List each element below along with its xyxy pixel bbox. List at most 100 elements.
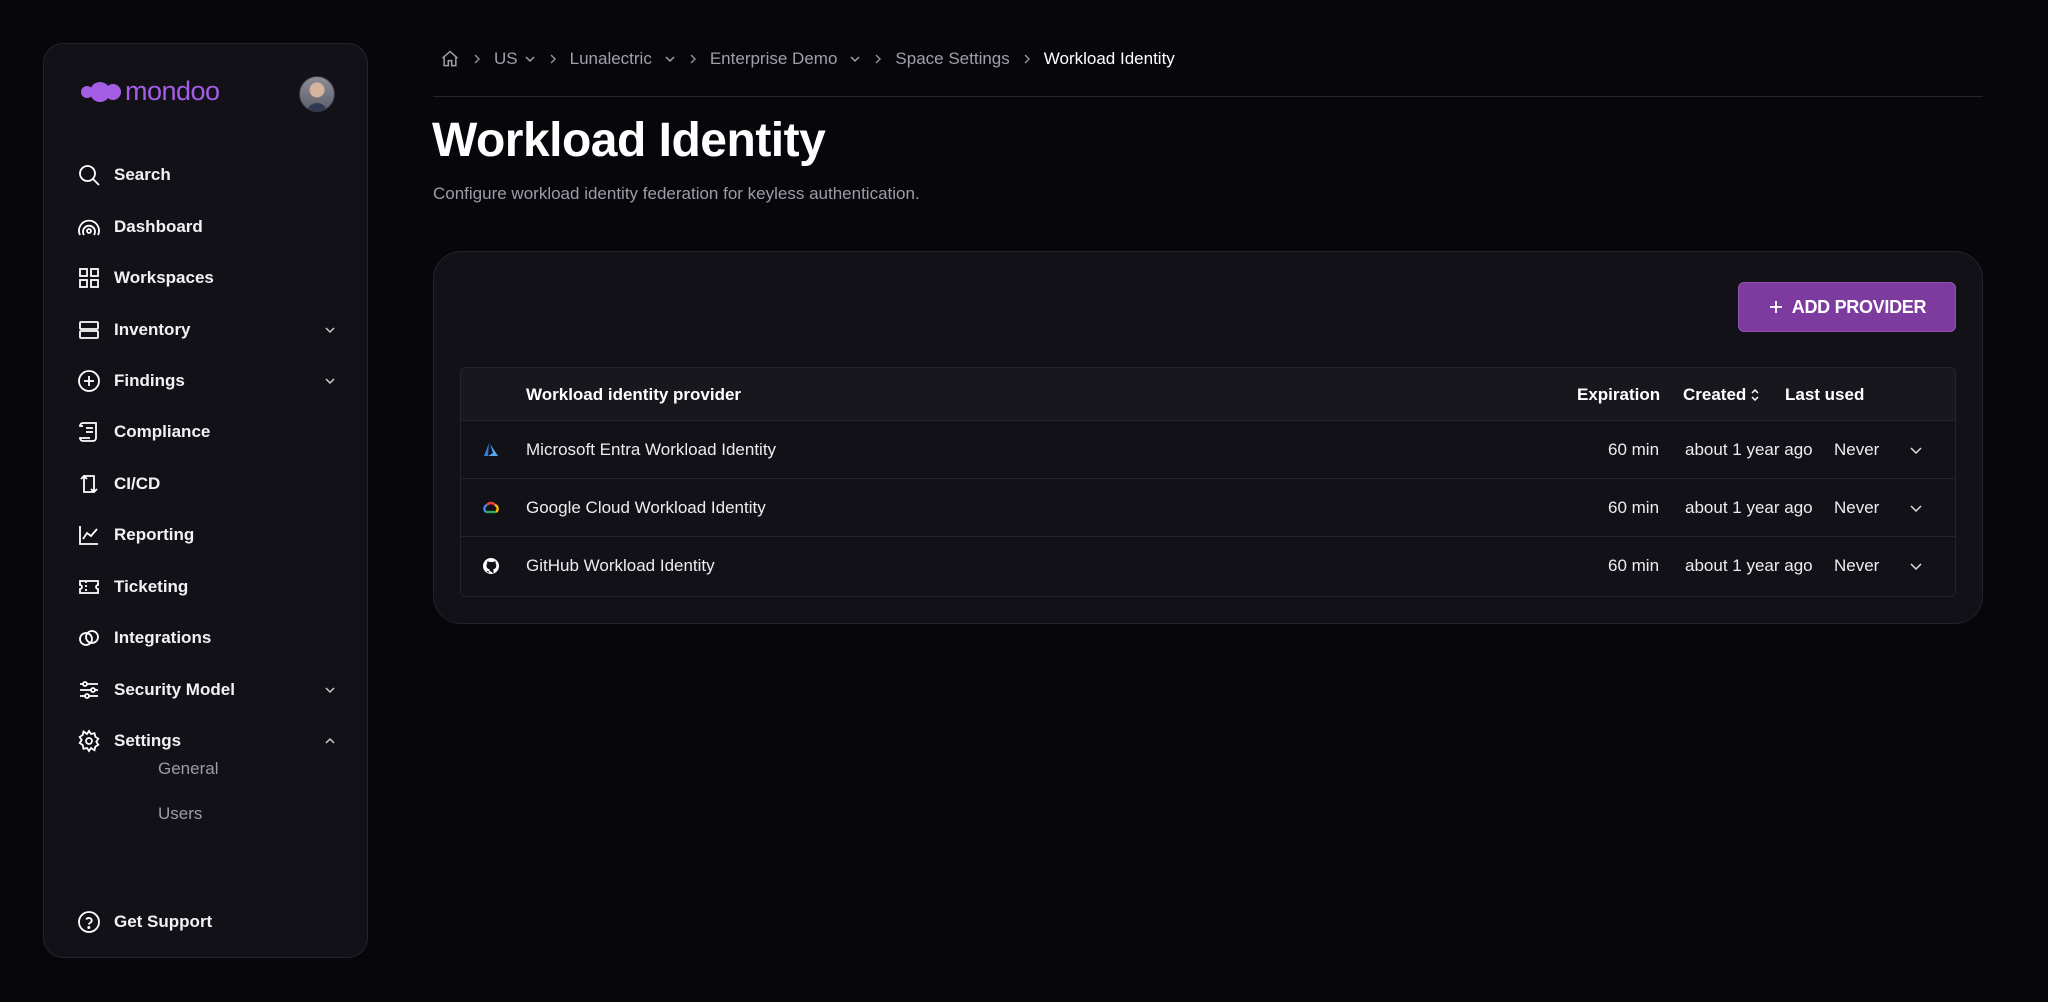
chart-icon: [77, 523, 101, 547]
expiration-value: 60 min: [1608, 498, 1660, 517]
last-used-value: Never: [1834, 556, 1880, 575]
sidebar: mondoo Search Dashboard Workspaces Inven…: [43, 43, 368, 958]
plus-icon: [1768, 299, 1784, 315]
ticket-icon: [77, 575, 101, 599]
sort-icon: [1750, 388, 1760, 402]
sidebar-item-security-model[interactable]: Security Model: [77, 670, 337, 710]
header-divider: [433, 96, 1983, 97]
get-support-label: Get Support: [114, 912, 213, 931]
chevron-down-icon[interactable]: [323, 374, 337, 388]
chevron-down-icon[interactable]: [323, 683, 337, 697]
providers-table: Workload identity provider Expiration Cr…: [460, 367, 1956, 597]
logo-mark-icon: [81, 81, 121, 102]
expand-row-chevron-icon[interactable]: [1909, 537, 1923, 595]
breadcrumb-separator-icon: [548, 53, 558, 65]
sidebar-item-findings[interactable]: Findings: [77, 361, 337, 401]
home-icon: [442, 50, 458, 67]
last-used-value: Never: [1834, 498, 1880, 517]
breadcrumb-separator-icon: [1022, 53, 1032, 65]
sidebar-item-label: Compliance: [114, 422, 211, 441]
table-row[interactable]: Google Cloud Workload Identity 60 min ab…: [461, 479, 1955, 537]
sidebar-item-label: Inventory: [114, 320, 191, 339]
sidebar-item-label: Ticketing: [114, 577, 189, 596]
created-value: about 1 year ago: [1685, 556, 1813, 575]
table-header: Workload identity provider Expiration Cr…: [461, 368, 1955, 421]
breadcrumb-organization[interactable]: Lunalectric: [570, 49, 676, 69]
sidebar-item-label: CI/CD: [114, 474, 161, 493]
sidebar-item-label: Search: [114, 165, 171, 184]
server-icon: [77, 318, 101, 342]
sliders-icon: [77, 678, 101, 702]
cicd-icon: [77, 472, 101, 496]
grid-icon: [77, 266, 101, 290]
provider-name: Microsoft Entra Workload Identity: [526, 440, 777, 459]
breadcrumb-space[interactable]: Enterprise Demo: [710, 49, 862, 69]
column-header-created[interactable]: Created: [1683, 368, 1760, 421]
sidebar-item-label: Integrations: [114, 628, 212, 647]
chevron-down-icon: [849, 53, 861, 65]
sidebar-item-label: Findings: [114, 371, 185, 390]
expand-row-chevron-icon[interactable]: [1909, 479, 1923, 537]
sidebar-item-label: Dashboard: [114, 217, 203, 236]
sidebar-subitem-general[interactable]: General: [158, 759, 218, 779]
gear-icon: [77, 729, 101, 753]
breadcrumb-home[interactable]: [440, 49, 460, 69]
breadcrumb-current: Workload Identity: [1043, 49, 1175, 68]
sidebar-item-cicd[interactable]: CI/CD: [77, 464, 337, 504]
breadcrumb-separator-icon: [873, 53, 883, 65]
sidebar-item-search[interactable]: Search: [77, 155, 337, 195]
chevron-down-icon[interactable]: [323, 323, 337, 337]
sidebar-item-reporting[interactable]: Reporting: [77, 515, 337, 555]
sidebar-item-inventory[interactable]: Inventory: [77, 310, 337, 350]
sidebar-item-label: Security Model: [114, 680, 235, 699]
sidebar-item-dashboard[interactable]: Dashboard: [77, 207, 337, 247]
chevron-up-icon[interactable]: [323, 734, 337, 748]
sidebar-item-ticketing[interactable]: Ticketing: [77, 567, 337, 607]
plus-circle-icon: [77, 369, 101, 393]
last-used-value: Never: [1834, 440, 1880, 459]
page-title: Workload Identity: [432, 114, 826, 167]
sidebar-item-settings[interactable]: Settings: [77, 721, 337, 761]
avatar[interactable]: [299, 76, 335, 112]
scroll-icon: [77, 420, 101, 444]
created-value: about 1 year ago: [1685, 498, 1813, 517]
breadcrumb: US Lunalectric Enterprise Demo Space Set…: [440, 46, 1175, 72]
add-provider-button[interactable]: ADD PROVIDER: [1738, 282, 1956, 332]
expiration-value: 60 min: [1608, 440, 1660, 459]
logo-text: mondoo: [125, 76, 220, 106]
breadcrumb-separator-icon: [472, 53, 482, 65]
expiration-value: 60 min: [1608, 556, 1660, 575]
github-icon: [481, 556, 501, 576]
chevron-down-icon: [664, 53, 676, 65]
mondoo-logo[interactable]: mondoo: [81, 76, 220, 107]
sidebar-item-compliance[interactable]: Compliance: [77, 412, 337, 452]
expand-row-chevron-icon[interactable]: [1909, 421, 1923, 479]
table-row[interactable]: GitHub Workload Identity 60 min about 1 …: [461, 537, 1955, 595]
chevron-down-icon: [524, 53, 536, 65]
column-header-provider: Workload identity provider: [526, 384, 742, 404]
breadcrumb-separator-icon: [688, 53, 698, 65]
created-value: about 1 year ago: [1685, 440, 1813, 459]
breadcrumb-space-settings[interactable]: Space Settings: [895, 49, 1009, 69]
azure-icon: [481, 440, 501, 460]
integrations-icon: [77, 626, 101, 650]
add-provider-label: ADD PROVIDER: [1791, 296, 1927, 317]
sidebar-item-label: Workspaces: [114, 268, 214, 287]
column-header-expiration: Expiration: [1577, 384, 1661, 404]
sidebar-item-label: Reporting: [114, 525, 195, 544]
dashboard-icon: [77, 215, 101, 239]
column-header-last-used: Last used: [1785, 384, 1865, 404]
sidebar-item-workspaces[interactable]: Workspaces: [77, 258, 337, 298]
sidebar-subitem-users[interactable]: Users: [158, 804, 202, 824]
help-circle-icon: [77, 910, 101, 934]
page-subtitle: Configure workload identity federation f…: [433, 184, 920, 203]
search-icon: [77, 163, 101, 187]
provider-name: GitHub Workload Identity: [526, 556, 715, 575]
get-support-button[interactable]: Get Support: [77, 902, 337, 942]
provider-name: Google Cloud Workload Identity: [526, 498, 766, 517]
sidebar-item-label: Settings: [114, 731, 182, 750]
sidebar-item-integrations[interactable]: Integrations: [77, 618, 337, 658]
google-cloud-icon: [481, 498, 501, 518]
breadcrumb-region[interactable]: US: [494, 49, 536, 69]
table-row[interactable]: Microsoft Entra Workload Identity 60 min…: [461, 421, 1955, 479]
